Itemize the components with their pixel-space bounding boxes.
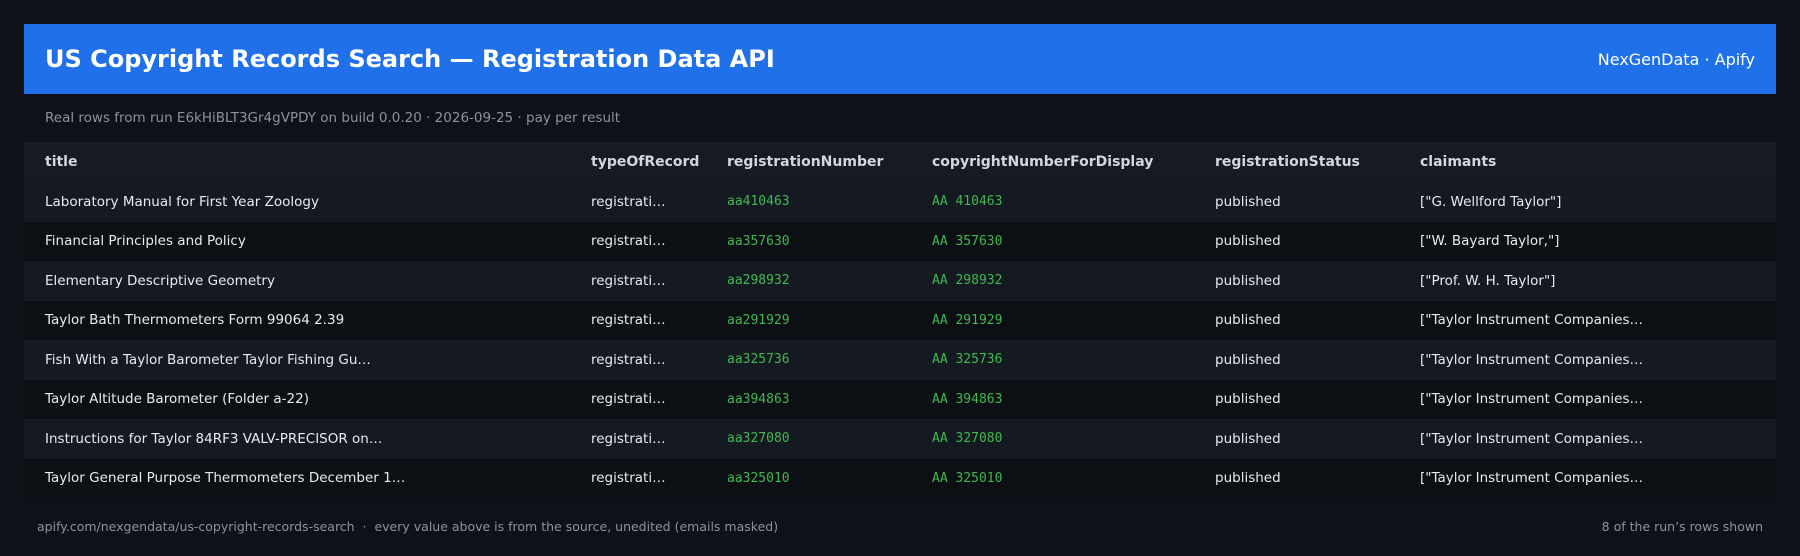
table-row[interactable]: Taylor Bath Thermometers Form 99064 2.39…: [24, 300, 1776, 340]
cell-title: Elementary Descriptive Geometry: [45, 272, 275, 289]
run-info: Real rows from run E6kHiBLT3Gr4gVPDY on …: [45, 110, 621, 126]
cell-registration-number: aa325736: [727, 352, 790, 368]
cell-registration-number: aa325010: [727, 470, 790, 486]
cell-type-of-record: registrati…: [591, 233, 666, 250]
column-header-type-of-record[interactable]: typeOfRecord: [570, 142, 706, 182]
table-row[interactable]: Laboratory Manual for First Year Zoology…: [24, 182, 1776, 222]
footer: apify.com/nexgendata/us-copyright-record…: [24, 508, 1776, 544]
cell-copyright-number: AA 298932: [932, 273, 1003, 289]
cell-registration-number: aa394863: [727, 391, 790, 407]
page-title: US Copyright Records Search — Registrati…: [45, 45, 775, 73]
cell-title: Taylor General Purpose Thermometers Dece…: [45, 470, 406, 487]
cell-type-of-record: registrati…: [591, 470, 666, 487]
brand-label: NexGenData · Apify: [1597, 49, 1755, 69]
table-row[interactable]: Taylor Altitude Barometer (Folder a-22) …: [24, 379, 1776, 419]
table-row[interactable]: Elementary Descriptive Geometry registra…: [24, 261, 1776, 301]
cell-registration-number: aa357630: [727, 233, 790, 249]
cell-copyright-number: AA 325736: [932, 352, 1003, 368]
cell-copyright-number: AA 325010: [932, 470, 1003, 486]
column-header-claimants[interactable]: claimants: [1399, 142, 1776, 182]
cell-claimants: ["Taylor Instrument Companies…: [1420, 391, 1643, 408]
cell-registration-status: published: [1215, 430, 1281, 447]
table-row[interactable]: Taylor General Purpose Thermometers Dece…: [24, 458, 1776, 498]
cell-copyright-number: AA 291929: [932, 312, 1003, 328]
column-header-title[interactable]: title: [24, 142, 570, 182]
cell-registration-number: aa327080: [727, 431, 790, 447]
cell-title: Taylor Altitude Barometer (Folder a-22): [45, 391, 309, 408]
cell-claimants: ["Taylor Instrument Companies…: [1420, 312, 1643, 329]
cell-claimants: ["G. Wellford Taylor"]: [1420, 193, 1562, 210]
column-header-copyright-number[interactable]: copyrightNumberForDisplay: [911, 142, 1194, 182]
source-note: apify.com/nexgendata/us-copyright-record…: [37, 518, 779, 534]
cell-registration-status: published: [1215, 351, 1281, 368]
cell-type-of-record: registrati…: [591, 193, 666, 210]
cell-title: Laboratory Manual for First Year Zoology: [45, 193, 319, 210]
cell-title: Instructions for Taylor 84RF3 VALV-PRECI…: [45, 430, 383, 447]
cell-type-of-record: registrati…: [591, 391, 666, 408]
column-header-registration-number[interactable]: registrationNumber: [706, 142, 911, 182]
cell-claimants: ["Prof. W. H. Taylor"]: [1420, 272, 1556, 289]
header-bar: US Copyright Records Search — Registrati…: [24, 24, 1776, 94]
cell-registration-number: aa410463: [727, 194, 790, 210]
cell-registration-status: published: [1215, 193, 1281, 210]
records-table: title typeOfRecord registrationNumber co…: [24, 142, 1776, 498]
cell-copyright-number: AA 410463: [932, 194, 1003, 210]
cell-title: Financial Principles and Policy: [45, 233, 246, 250]
cell-type-of-record: registrati…: [591, 272, 666, 289]
cell-registration-status: published: [1215, 470, 1281, 487]
cell-type-of-record: registrati…: [591, 430, 666, 447]
cell-registration-status: published: [1215, 272, 1281, 289]
cell-type-of-record: registrati…: [591, 351, 666, 368]
cell-title: Taylor Bath Thermometers Form 99064 2.39: [45, 312, 345, 329]
table-row[interactable]: Financial Principles and Policy registra…: [24, 221, 1776, 261]
cell-claimants: ["W. Bayard Taylor,"]: [1420, 233, 1560, 250]
row-count: 8 of the run’s rows shown: [1601, 518, 1763, 534]
page: US Copyright Records Search — Registrati…: [24, 24, 1776, 544]
cell-registration-status: published: [1215, 391, 1281, 408]
cell-type-of-record: registrati…: [591, 312, 666, 329]
cell-claimants: ["Taylor Instrument Companies…: [1420, 470, 1643, 487]
table-header-row: title typeOfRecord registrationNumber co…: [24, 142, 1776, 182]
cell-claimants: ["Taylor Instrument Companies…: [1420, 351, 1643, 368]
column-header-registration-status[interactable]: registrationStatus: [1194, 142, 1399, 182]
table-row[interactable]: Instructions for Taylor 84RF3 VALV-PRECI…: [24, 419, 1776, 459]
cell-registration-status: published: [1215, 233, 1281, 250]
cell-registration-number: aa291929: [727, 312, 790, 328]
table-row[interactable]: Fish With a Taylor Barometer Taylor Fish…: [24, 340, 1776, 380]
cell-registration-status: published: [1215, 312, 1281, 329]
cell-copyright-number: AA 394863: [932, 391, 1003, 407]
cell-copyright-number: AA 327080: [932, 431, 1003, 447]
cell-registration-number: aa298932: [727, 273, 790, 289]
cell-claimants: ["Taylor Instrument Companies…: [1420, 430, 1643, 447]
cell-copyright-number: AA 357630: [932, 233, 1003, 249]
cell-title: Fish With a Taylor Barometer Taylor Fish…: [45, 351, 371, 368]
